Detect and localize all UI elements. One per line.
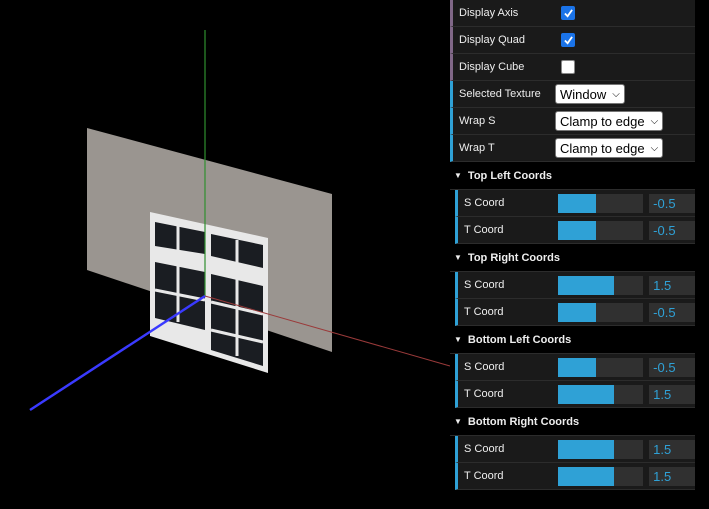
display-axis-checkbox[interactable] — [561, 6, 575, 20]
s-coord-slider[interactable] — [557, 193, 644, 213]
wrap-t-value: Clamp to edge — [560, 140, 645, 156]
display-cube-row[interactable]: Display Cube — [450, 54, 695, 81]
s-coord-input[interactable]: -0.5 — [649, 357, 695, 377]
s-coord-input[interactable]: 1.5 — [649, 439, 695, 459]
t-coord-label: T Coord — [464, 470, 504, 482]
wrap-s-value: Clamp to edge — [560, 113, 645, 129]
slider-fill — [557, 439, 615, 459]
selected-texture-row: Selected Texture Window ⌵ — [450, 81, 695, 108]
t-coord-slider[interactable] — [557, 302, 644, 322]
s-coord-row: S Coord -0.5 — [455, 190, 695, 217]
triangle-down-icon: ▼ — [454, 335, 462, 344]
t-coord-input[interactable]: 1.5 — [649, 384, 695, 404]
t-coord-label: T Coord — [464, 388, 504, 400]
t-coord-row: T Coord 1.5 — [455, 381, 695, 408]
selected-texture-select[interactable]: Window ⌵ — [555, 84, 625, 104]
s-coord-slider[interactable] — [557, 439, 644, 459]
s-coord-input[interactable]: -0.5 — [649, 193, 695, 213]
t-coord-label: T Coord — [464, 306, 504, 318]
t-coord-slider[interactable] — [557, 220, 644, 240]
display-quad-label: Display Quad — [459, 34, 526, 46]
folder-title: Top Left Coords — [467, 169, 553, 182]
wrap-t-select[interactable]: Clamp to edge ⌵ — [555, 138, 664, 158]
chevron-down-icon: ⌵ — [650, 115, 659, 127]
s-coord-label: S Coord — [464, 279, 505, 291]
triangle-down-icon: ▼ — [454, 253, 462, 262]
display-axis-label: Display Axis — [459, 7, 519, 19]
folder-bottom-right-coords[interactable]: ▼ Bottom Right Coords — [450, 408, 695, 436]
selected-texture-value: Window — [560, 86, 607, 102]
s-coord-label: S Coord — [464, 197, 505, 209]
slider-fill — [557, 357, 597, 377]
s-coord-row: S Coord -0.5 — [455, 354, 695, 381]
s-coord-label: S Coord — [464, 361, 505, 373]
wrap-s-row: Wrap S Clamp to edge ⌵ — [450, 108, 695, 135]
display-cube-checkbox[interactable] — [561, 60, 575, 74]
t-coord-row: T Coord -0.5 — [455, 299, 695, 326]
controls-panel: Display Axis Display Quad Display Cube S… — [450, 0, 695, 509]
folder-title: Bottom Right Coords — [467, 415, 580, 428]
triangle-down-icon: ▼ — [454, 417, 462, 426]
folder-title: Top Right Coords — [467, 251, 560, 264]
slider-fill — [557, 275, 615, 295]
t-coord-input[interactable]: 1.5 — [649, 466, 695, 486]
slider-fill — [557, 193, 597, 213]
s-coord-row: S Coord 1.5 — [455, 436, 695, 463]
folder-bottom-left-coords[interactable]: ▼ Bottom Left Coords — [450, 326, 695, 354]
wrap-s-select[interactable]: Clamp to edge ⌵ — [555, 111, 664, 131]
display-axis-row[interactable]: Display Axis — [450, 0, 695, 27]
t-coord-slider[interactable] — [557, 384, 644, 404]
s-coord-input[interactable]: 1.5 — [649, 275, 695, 295]
triangle-down-icon: ▼ — [454, 171, 462, 180]
display-quad-checkbox[interactable] — [561, 33, 575, 47]
s-coord-slider[interactable] — [557, 357, 644, 377]
wrap-t-row: Wrap T Clamp to edge ⌵ — [450, 135, 695, 162]
s-coord-label: S Coord — [464, 443, 505, 455]
display-quad-row[interactable]: Display Quad — [450, 27, 695, 54]
slider-fill — [557, 384, 615, 404]
s-coord-row: S Coord 1.5 — [455, 272, 695, 299]
t-coord-input[interactable]: -0.5 — [649, 302, 695, 322]
t-coord-input[interactable]: -0.5 — [649, 220, 695, 240]
folder-title: Bottom Left Coords — [467, 333, 572, 346]
slider-fill — [557, 302, 597, 322]
folder-top-right-coords[interactable]: ▼ Top Right Coords — [450, 244, 695, 272]
t-coord-row: T Coord 1.5 — [455, 463, 695, 490]
selected-texture-label: Selected Texture — [459, 88, 541, 100]
wrap-t-label: Wrap T — [459, 142, 495, 154]
t-coord-slider[interactable] — [557, 466, 644, 486]
slider-fill — [557, 466, 615, 486]
chevron-down-icon: ⌵ — [612, 88, 620, 100]
display-cube-label: Display Cube — [459, 61, 525, 73]
t-coord-row: T Coord -0.5 — [455, 217, 695, 244]
t-coord-label: T Coord — [464, 224, 504, 236]
wrap-s-label: Wrap S — [459, 115, 496, 127]
chevron-down-icon: ⌵ — [650, 142, 659, 154]
slider-fill — [557, 220, 597, 240]
s-coord-slider[interactable] — [557, 275, 644, 295]
folder-top-left-coords[interactable]: ▼ Top Left Coords — [450, 162, 695, 190]
